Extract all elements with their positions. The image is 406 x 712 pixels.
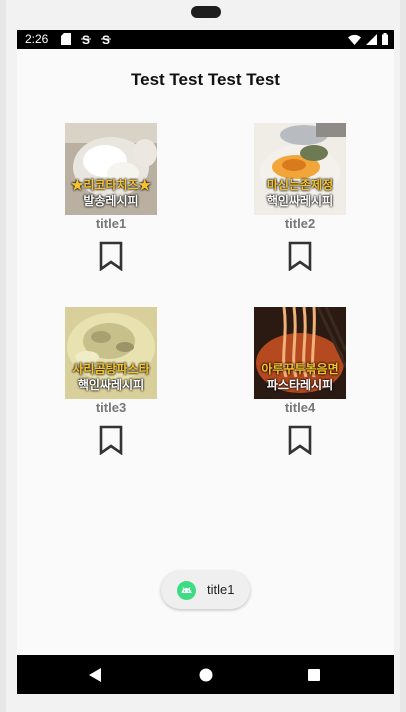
recipe-thumbnail[interactable]: ★리코타치즈★ 발송레시피 (65, 123, 157, 215)
toast-text: title1 (207, 582, 235, 597)
status-bar: 2:26 S S (17, 30, 394, 49)
list-item[interactable]: 아루꾸투볶음면 파스타레시피 title4 (240, 307, 360, 455)
toast-message: title1 (161, 571, 250, 609)
thumbnail-caption: ★리코타치즈★ (71, 178, 151, 192)
bookmark-outline-icon[interactable] (98, 241, 124, 271)
recents-icon (308, 669, 320, 681)
home-icon (199, 668, 213, 682)
thumbnail-caption: 사리곰탕파스타 (72, 362, 150, 376)
sd-card-icon (61, 33, 71, 45)
s-notification-icon: S (101, 33, 111, 45)
item-title: title1 (95, 216, 127, 231)
device-frame: 2:26 S S Test Test Test Test ★리코타치즈★ 발송레… (0, 0, 406, 712)
device-edge-left (0, 0, 6, 712)
bookmark-outline-icon[interactable] (287, 241, 313, 271)
status-right-icons (348, 33, 388, 45)
thumbnail-caption: 핵인싸레시피 (77, 378, 145, 392)
item-title: title4 (284, 400, 316, 415)
thumbnail-caption: 파스타레시피 (266, 378, 334, 392)
navigation-bar (17, 655, 394, 694)
list-item[interactable]: 마신는존제정 핵인싸레시피 title2 (240, 123, 360, 271)
list-item[interactable]: ★리코타치즈★ 발송레시피 title1 (51, 123, 171, 271)
recipe-thumbnail[interactable]: 마신는존제정 핵인싸레시피 (254, 123, 346, 215)
back-button[interactable] (65, 655, 125, 694)
thumbnail-caption: 아루꾸투볶음면 (261, 362, 339, 376)
recipe-thumbnail[interactable]: 아루꾸투볶음면 파스타레시피 (254, 307, 346, 399)
device-speaker (191, 6, 221, 18)
phone-screen: 2:26 S S Test Test Test Test ★리코타치즈★ 발송레… (17, 30, 394, 694)
item-title: title3 (95, 400, 127, 415)
item-title: title2 (284, 216, 316, 231)
device-edge-right (400, 0, 406, 712)
thumbnail-caption: 발송레시피 (83, 194, 139, 208)
back-icon (89, 668, 101, 682)
list-item[interactable]: 사리곰탕파스타 핵인싸레시피 title3 (51, 307, 171, 455)
home-button[interactable] (176, 655, 236, 694)
battery-icon (382, 33, 388, 45)
signal-icon (366, 33, 377, 45)
s-notification-icon: S (81, 33, 91, 45)
recents-button[interactable] (284, 655, 344, 694)
bookmark-outline-icon[interactable] (287, 425, 313, 455)
bookmark-outline-icon[interactable] (98, 425, 124, 455)
thumbnail-caption: 핵인싸레시피 (266, 194, 334, 208)
android-icon (177, 581, 196, 600)
status-time: 2:26 (25, 32, 49, 46)
recipe-thumbnail[interactable]: 사리곰탕파스타 핵인싸레시피 (65, 307, 157, 399)
page-title: Test Test Test Test (131, 70, 280, 89)
thumbnail-caption: 마신는존제정 (266, 178, 334, 192)
wifi-icon (348, 34, 361, 45)
